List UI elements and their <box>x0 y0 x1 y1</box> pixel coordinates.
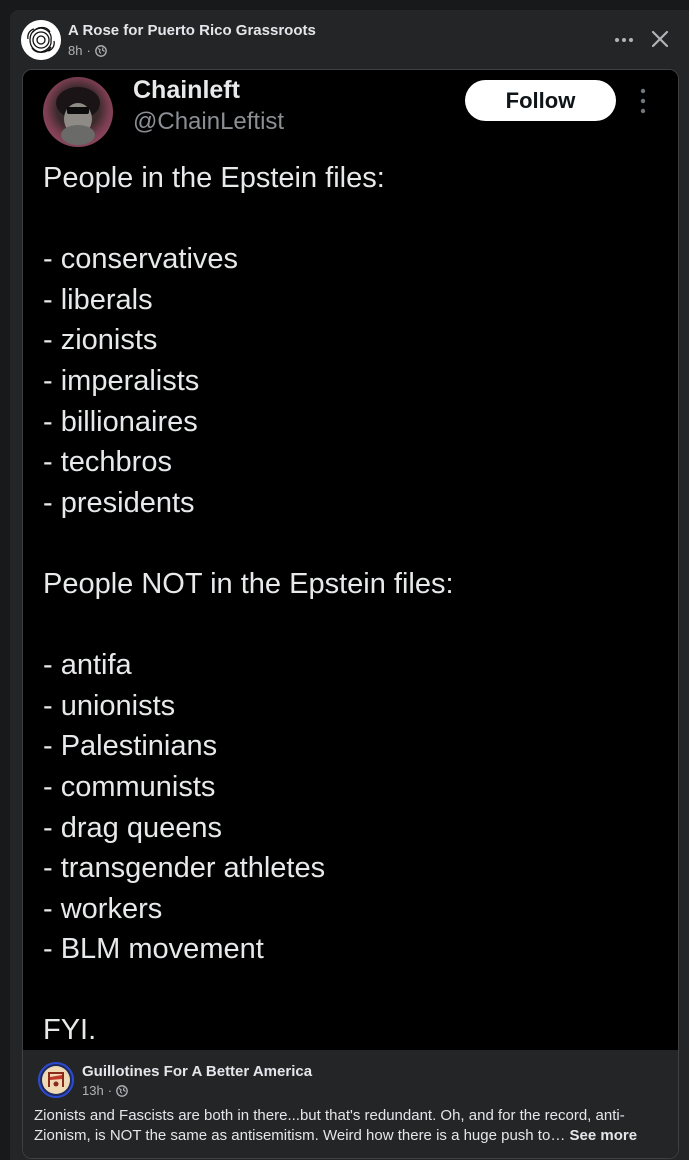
shared-image[interactable]: Chainleft @ChainLeftist Follow People in… <box>22 69 679 1159</box>
globe-icon <box>94 44 107 57</box>
tweet-text: People in the Epstein files: - conservat… <box>43 162 454 1047</box>
profile-picture-icon <box>56 87 100 145</box>
tweet-avatar <box>43 77 113 147</box>
shared-post-meta: 13h · <box>82 1083 128 1098</box>
post-meta: 8h · <box>68 43 107 58</box>
rose-logo-icon <box>21 20 61 60</box>
guillotine-logo-icon <box>42 1066 70 1094</box>
post-card: A Rose for Puerto Rico Grassroots 8h · C… <box>10 10 689 1160</box>
shared-post-body: Zionists and Fascists are both in there.… <box>34 1107 625 1144</box>
tweet-author-name: Chainleft <box>133 76 240 104</box>
more-horizontal-icon[interactable] <box>612 28 636 52</box>
post-header: A Rose for Puerto Rico Grassroots 8h · <box>10 10 689 70</box>
tweet-author-handle: @ChainLeftist <box>133 108 285 135</box>
tweet-screenshot: Chainleft @ChainLeftist Follow People in… <box>23 70 678 1050</box>
close-icon[interactable] <box>648 27 672 51</box>
shared-post: Guillotines For A Better America 13h · Z… <box>23 1050 678 1158</box>
shared-post-time[interactable]: 13h <box>82 1083 104 1098</box>
follow-button: Follow <box>465 80 616 121</box>
shared-post-text: Zionists and Fascists are both in there.… <box>34 1106 664 1146</box>
more-vertical-icon <box>640 88 646 114</box>
post-time[interactable]: 8h <box>68 43 82 58</box>
meta-separator: · <box>107 1083 113 1098</box>
shared-page-avatar[interactable] <box>38 1062 74 1098</box>
meta-separator: · <box>86 43 91 58</box>
page-name[interactable]: A Rose for Puerto Rico Grassroots <box>68 22 316 39</box>
page-avatar[interactable] <box>21 20 61 60</box>
globe-icon <box>116 1084 128 1097</box>
shared-page-name[interactable]: Guillotines For A Better America <box>82 1063 312 1080</box>
see-more-link[interactable]: See more <box>570 1127 638 1144</box>
